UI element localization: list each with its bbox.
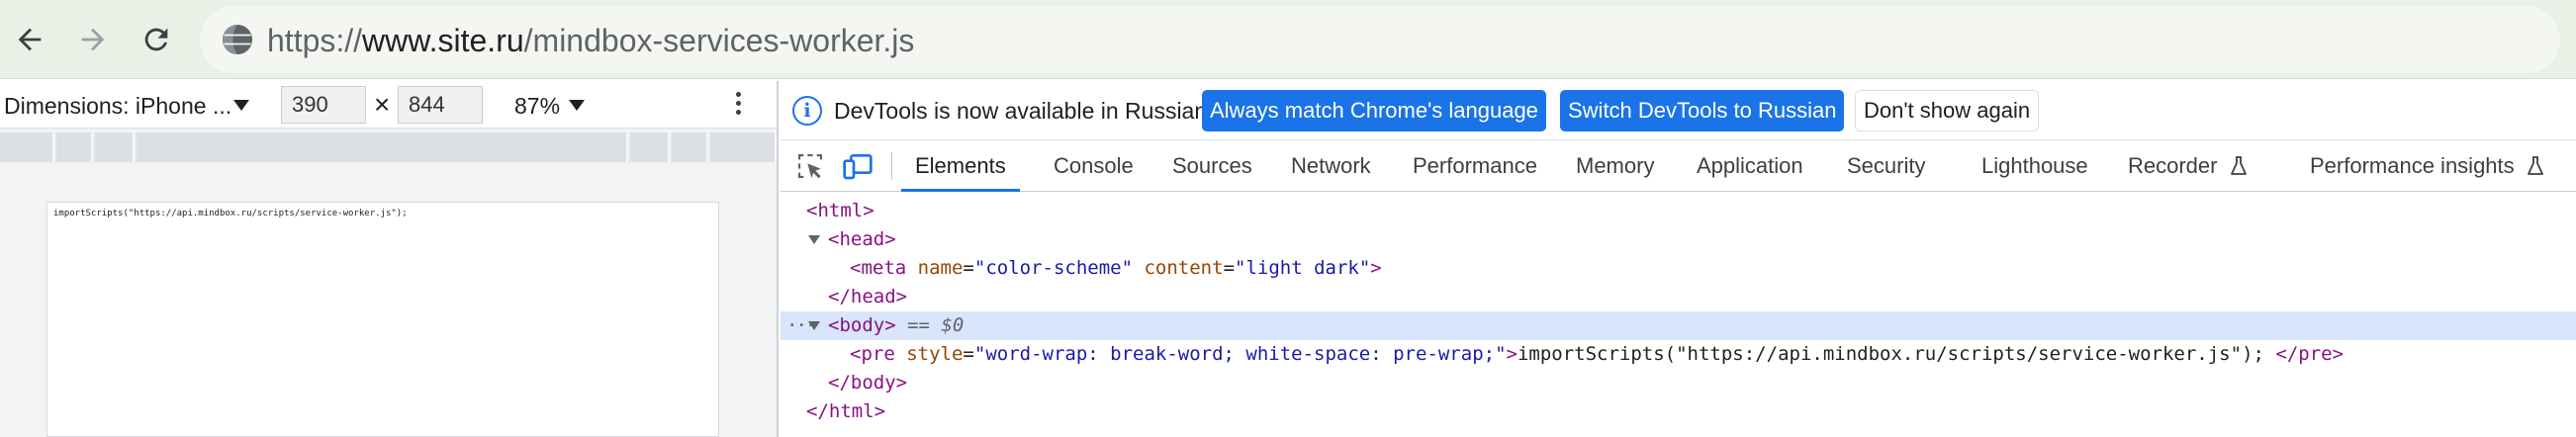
html-close-tag: </html> (806, 400, 886, 422)
experimental-flask-icon (2527, 156, 2543, 175)
pre-open-tag: <pre (850, 343, 895, 365)
switch-to-russian-button[interactable]: Switch DevTools to Russian (1560, 90, 1845, 131)
html-open-tag: <html> (806, 200, 874, 221)
pre-close-tag: </pre> (2275, 343, 2345, 365)
pre-attr-value: "word-wrap: break-word; white-space: pre… (973, 343, 1507, 365)
devtools-tabbar: Elements Console Sources Network Perform… (781, 140, 2576, 192)
dom-node-body-close[interactable]: </body> (781, 369, 2576, 397)
pre-gt: > (1506, 343, 1518, 365)
meta-attr-name: name (917, 257, 964, 279)
meta-attr-value: "color-scheme" (973, 257, 1134, 279)
expand-triangle-icon[interactable] (808, 321, 820, 330)
tab-performance[interactable]: Performance (1413, 140, 1537, 192)
forward-button[interactable] (67, 14, 119, 65)
head-open-tag: <head> (828, 228, 896, 250)
dom-node-html-close[interactable]: </html> (781, 397, 2576, 426)
elements-tree: <html> <head> <meta name="color-scheme" … (781, 192, 2576, 437)
dom-node-pre[interactable]: <pre style="word-wrap: break-word; white… (781, 340, 2576, 369)
height-input[interactable]: 844 (398, 86, 483, 124)
device-toolbar-icon[interactable] (842, 150, 874, 182)
dimension-separator: × (374, 89, 391, 120)
dom-node-meta[interactable]: <meta name="color-scheme" content="light… (781, 254, 2576, 283)
devtools-panel: i DevTools is now available in Russian! … (781, 81, 2576, 437)
tab-network[interactable]: Network (1291, 140, 1371, 192)
back-button[interactable] (4, 14, 55, 65)
tab-recorder-label: Recorder (2128, 153, 2218, 178)
page-content-text: importScripts("https://api.mindbox.ru/sc… (53, 209, 408, 218)
device-emulation-pane: Dimensions: iPhone ... 390 × 844 87% imp… (0, 81, 779, 437)
infobar-message: DevTools is now available in Russian! (834, 98, 1214, 124)
dom-node-head-close[interactable]: </head> (781, 283, 2576, 311)
tab-separator (891, 152, 892, 180)
reload-icon (144, 28, 168, 51)
tab-console[interactable]: Console (1054, 140, 1134, 192)
experimental-flask-icon (2230, 156, 2247, 175)
tab-lighthouse[interactable]: Lighthouse (1981, 140, 2088, 192)
browser-toolbar: https://www.site.ru/mindbox-services-wor… (0, 0, 2576, 79)
body-close-tag: </body> (828, 372, 908, 393)
device-dropdown-icon[interactable] (233, 100, 249, 111)
meta-tag: <meta (850, 257, 907, 279)
tab-performance-insights-label: Performance insights (2310, 153, 2515, 178)
back-arrow-icon (18, 28, 42, 51)
device-toolbar: Dimensions: iPhone ... 390 × 844 87% (0, 81, 777, 129)
dom-node-body[interactable]: ··· <body> == $0 (781, 311, 2576, 340)
tab-application[interactable]: Application (1697, 140, 1803, 192)
body-eq: == (907, 314, 930, 336)
site-info-icon[interactable] (220, 22, 255, 57)
zoom-select[interactable]: 87% (514, 93, 560, 120)
device-select[interactable]: Dimensions: iPhone ... (4, 93, 231, 120)
meta-close: > (1370, 257, 1382, 279)
meta-attr-content: content (1144, 257, 1224, 279)
tab-performance-insights[interactable]: Performance insights (2310, 140, 2544, 192)
dont-show-again-button[interactable]: Don't show again (1855, 90, 2040, 131)
url-text: https://www.site.ru/mindbox-services-wor… (267, 23, 915, 58)
meta-content-value: "light dark" (1235, 257, 1371, 279)
device-viewport[interactable]: importScripts("https://api.mindbox.ru/sc… (46, 202, 719, 437)
language-infobar: i DevTools is now available in Russian! … (781, 81, 2576, 140)
info-icon: i (792, 96, 822, 126)
address-bar[interactable]: https://www.site.ru/mindbox-services-wor… (200, 6, 2560, 73)
width-input[interactable]: 390 (281, 86, 366, 124)
expand-triangle-icon[interactable] (808, 235, 820, 244)
pre-text-content: importScripts("https://api.mindbox.ru/sc… (1517, 343, 2276, 365)
media-query-ruler[interactable] (0, 132, 777, 162)
zoom-dropdown-icon[interactable] (569, 100, 585, 111)
tab-sources[interactable]: Sources (1172, 140, 1252, 192)
head-close-tag: </head> (828, 286, 908, 307)
more-options-icon[interactable] (730, 89, 746, 121)
body-open-tag: <body> (828, 314, 896, 336)
forward-arrow-icon (81, 28, 105, 51)
reload-button[interactable] (131, 14, 182, 65)
tab-recorder[interactable]: Recorder (2128, 140, 2248, 192)
inspect-element-icon[interactable] (794, 150, 826, 182)
always-match-language-button[interactable]: Always match Chrome's language (1202, 90, 1546, 131)
body-console-var: $0 (941, 314, 965, 336)
tab-elements[interactable]: Elements (901, 140, 1020, 192)
tab-security[interactable]: Security (1847, 140, 1925, 192)
pre-attr-name: style (906, 343, 964, 365)
dom-node-head[interactable]: <head> (781, 225, 2576, 254)
dom-node-html[interactable]: <html> (781, 197, 2576, 225)
tab-memory[interactable]: Memory (1576, 140, 1654, 192)
